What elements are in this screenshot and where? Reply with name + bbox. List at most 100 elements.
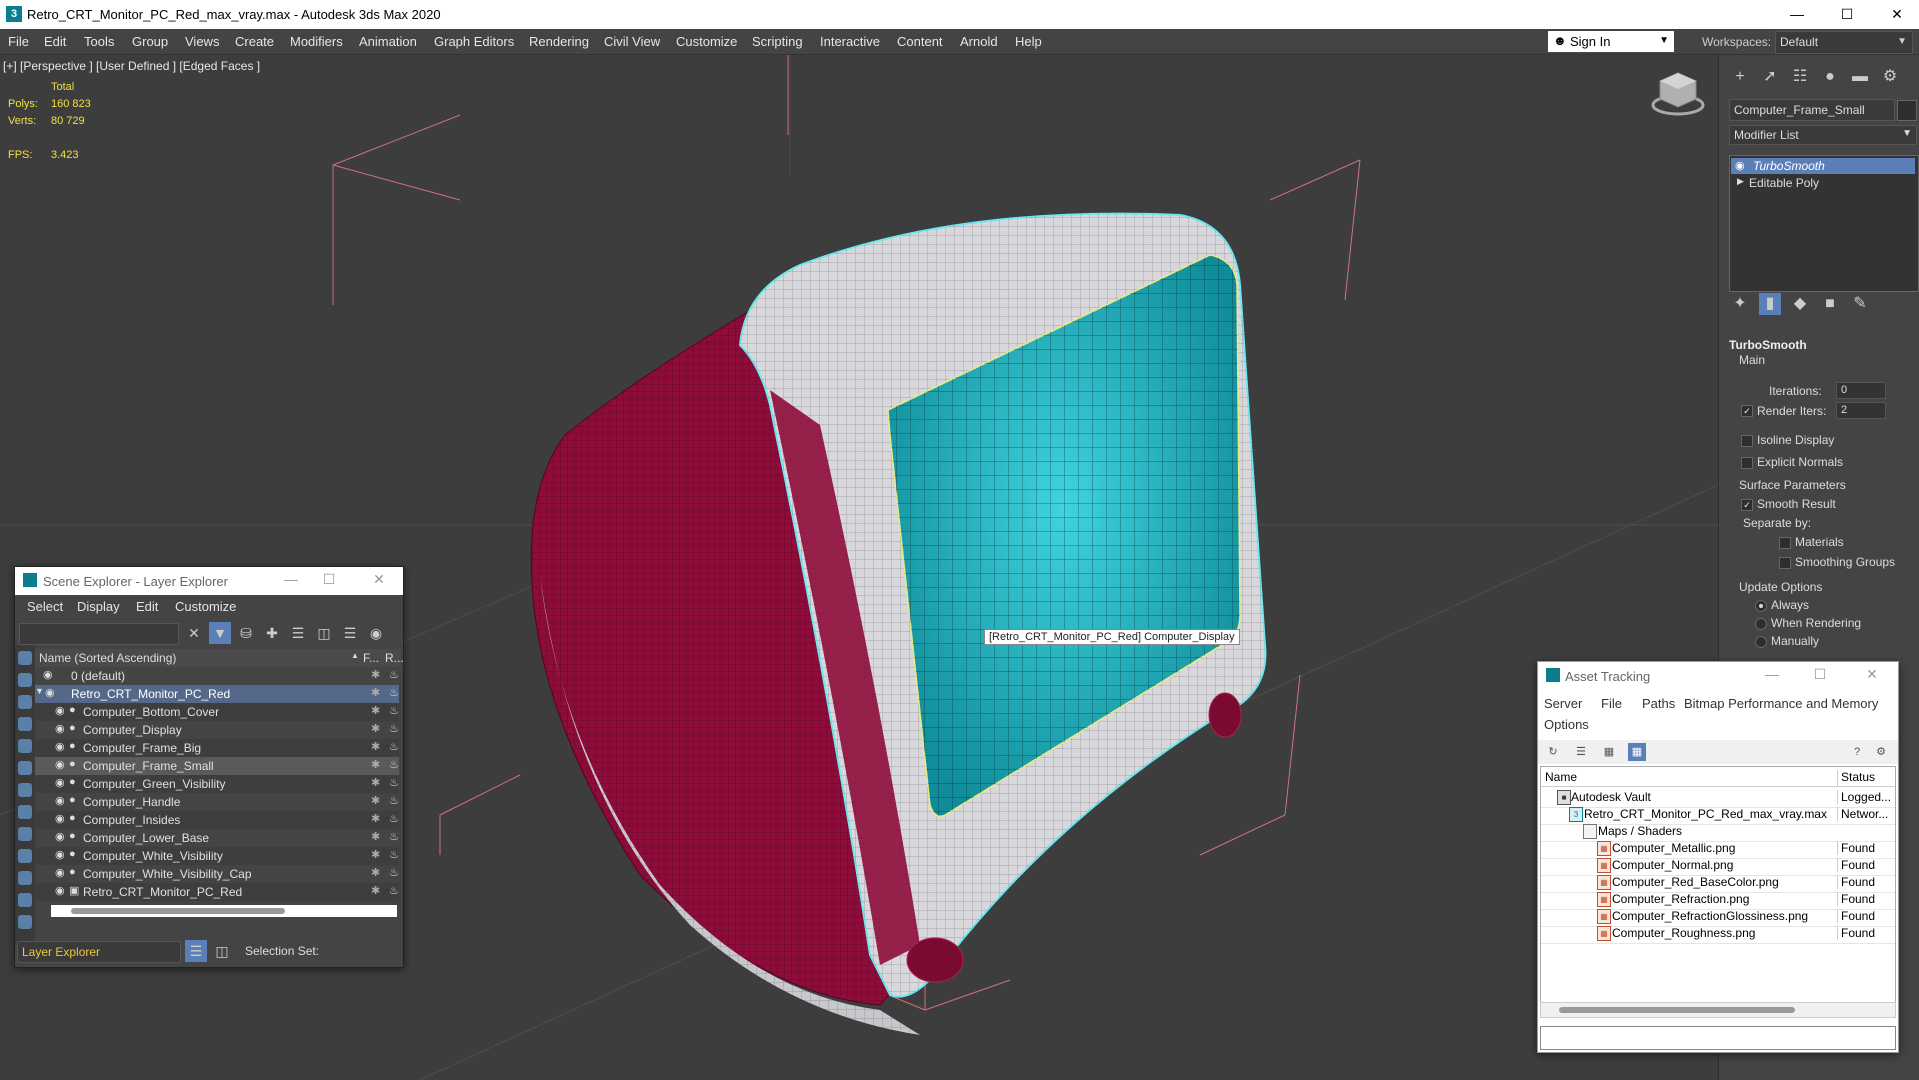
eye-icon[interactable]: ◉ <box>55 704 65 717</box>
materials-checkbox[interactable] <box>1779 537 1791 549</box>
filter-xrefs-icon[interactable] <box>18 805 32 819</box>
eye-icon[interactable]: ◉ <box>55 722 65 735</box>
freeze-icon[interactable]: ✱ <box>371 848 380 861</box>
eye-icon[interactable]: ◉ <box>1735 159 1745 172</box>
filter-groups-icon[interactable] <box>18 783 32 797</box>
menu-customize[interactable]: Customize <box>676 34 737 49</box>
menu-select[interactable]: Select <box>27 599 63 614</box>
maximize-button[interactable]: ☐ <box>1810 666 1830 683</box>
eye-icon[interactable]: ◉ <box>55 812 65 825</box>
workspace-select[interactable]: Default ▼ <box>1775 31 1913 54</box>
render-teapot-icon[interactable]: ♨ <box>389 794 399 807</box>
status-column-header[interactable]: Status <box>1837 770 1875 786</box>
freeze-icon[interactable]: ✱ <box>371 704 380 717</box>
render-teapot-icon[interactable]: ♨ <box>389 668 399 681</box>
object-color-swatch[interactable] <box>1897 100 1917 121</box>
refresh-icon[interactable]: ↻ <box>1544 743 1562 761</box>
scene-explorer-titlebar[interactable]: Scene Explorer - Layer Explorer — ☐ ✕ <box>15 567 403 595</box>
hierarchy-tab-icon[interactable]: ☷ <box>1789 66 1811 88</box>
menu-server[interactable]: Server <box>1544 696 1582 711</box>
menu-arnold[interactable]: Arnold <box>960 34 998 49</box>
display-tab-icon[interactable]: ▬ <box>1849 66 1871 88</box>
grid-view-icon[interactable]: ▦ <box>1628 743 1646 761</box>
menu-modifiers[interactable]: Modifiers <box>290 34 343 49</box>
render-teapot-icon[interactable]: ♨ <box>389 686 399 699</box>
filter-lights-icon[interactable] <box>18 695 32 709</box>
freeze-icon[interactable]: ✱ <box>371 668 380 681</box>
menu-help[interactable]: Help <box>1015 34 1042 49</box>
filter-containers-icon[interactable] <box>18 849 32 863</box>
search-input[interactable] <box>19 623 179 645</box>
name-column-header[interactable]: Name (Sorted Ascending) <box>39 651 176 665</box>
lock-icon[interactable]: ⛁ <box>235 622 257 644</box>
menu-content[interactable]: Content <box>897 34 943 49</box>
rollout-title[interactable]: TurboSmooth <box>1729 338 1807 352</box>
eye-icon[interactable]: ◉ <box>43 668 53 681</box>
close-button[interactable]: ✕ <box>1882 4 1912 24</box>
table-view-icon[interactable]: ▦ <box>1600 743 1618 761</box>
render-iters-checkbox[interactable]: ✓ <box>1741 405 1753 417</box>
render-teapot-icon[interactable]: ♨ <box>389 758 399 771</box>
render-teapot-icon[interactable]: ♨ <box>389 848 399 861</box>
show-end-result-icon[interactable]: ▮ <box>1759 293 1781 315</box>
tree-row-object[interactable]: ◉ ● Computer_Handle ✱ ♨ <box>35 793 399 811</box>
object-name-field[interactable]: Computer_Frame_Small <box>1729 99 1895 121</box>
render-teapot-icon[interactable]: ♨ <box>389 830 399 843</box>
always-radio[interactable] <box>1755 600 1767 612</box>
stack-item-editable-poly[interactable]: ▶ Editable Poly <box>1731 175 1915 191</box>
menu-paths[interactable]: Paths <box>1642 696 1675 711</box>
eye-icon[interactable]: ◉ <box>55 740 65 753</box>
filter-visible-icon[interactable] <box>18 915 32 929</box>
horizontal-scrollbar[interactable] <box>1540 1002 1896 1018</box>
explicit-normals-checkbox[interactable] <box>1741 457 1753 469</box>
freeze-icon[interactable]: ✱ <box>371 866 380 879</box>
help-icon[interactable]: ? <box>1848 743 1866 761</box>
tree-row-object[interactable]: ◉ ● Computer_Insides ✱ ♨ <box>35 811 399 829</box>
configure-sets-icon[interactable]: ✎ <box>1849 293 1871 315</box>
stack-icon[interactable]: ☰ <box>339 622 361 644</box>
eye-icon[interactable]: ◉ <box>55 830 65 843</box>
settings-icon[interactable]: ⚙ <box>1872 743 1890 761</box>
pin-stack-icon[interactable]: ✦ <box>1729 293 1751 315</box>
freeze-icon[interactable]: ✱ <box>371 758 380 771</box>
name-column-header[interactable]: Name <box>1545 770 1577 784</box>
tree-row-object[interactable]: ◉ ● Computer_Bottom_Cover ✱ ♨ <box>35 703 399 721</box>
menu-customize[interactable]: Customize <box>175 599 236 614</box>
menu-group[interactable]: Group <box>132 34 168 49</box>
asset-tracking-titlebar[interactable]: Asset Tracking — ☐ ✕ <box>1538 662 1898 690</box>
freeze-icon[interactable]: ✱ <box>371 740 380 753</box>
render-teapot-icon[interactable]: ♨ <box>389 866 399 879</box>
render-teapot-icon[interactable]: ♨ <box>389 704 399 717</box>
freeze-icon[interactable]: ✱ <box>371 686 380 699</box>
eye-icon[interactable]: ◉ <box>55 794 65 807</box>
filter-shapes-icon[interactable] <box>18 673 32 687</box>
maximize-button[interactable]: ☐ <box>319 571 339 588</box>
highlight-icon[interactable]: ◉ <box>365 622 387 644</box>
tree-row-layer-retro-crt[interactable]: ▼ ◉ Retro_CRT_Monitor_PC_Red ✱ ♨ <box>35 685 399 703</box>
isoline-checkbox[interactable] <box>1741 435 1753 447</box>
eye-icon[interactable]: ◉ <box>55 758 65 771</box>
modifier-list-dropdown[interactable]: Modifier List ▼ <box>1729 125 1917 145</box>
expand-arrow-icon[interactable]: ▶ <box>1737 176 1744 187</box>
eye-icon[interactable]: ◉ <box>55 884 65 897</box>
utilities-tab-icon[interactable]: ⚙ <box>1879 66 1901 88</box>
smoothing-groups-checkbox[interactable] <box>1779 557 1791 569</box>
menu-file[interactable]: File <box>8 34 29 49</box>
list-view-icon[interactable]: ☰ <box>1572 743 1590 761</box>
render-teapot-icon[interactable]: ♨ <box>389 722 399 735</box>
render-teapot-icon[interactable]: ♨ <box>389 884 399 897</box>
asset-row-map[interactable]: ▦ Computer_Roughness.png Found <box>1541 923 1895 944</box>
layers-icon[interactable]: ☰ <box>287 622 309 644</box>
menu-create[interactable]: Create <box>235 34 274 49</box>
scrollbar-thumb[interactable] <box>71 908 285 914</box>
tree-row-object[interactable]: ◉ ● Computer_Lower_Base ✱ ♨ <box>35 829 399 847</box>
menu-civil-view[interactable]: Civil View <box>604 34 660 49</box>
modify-tab-icon[interactable]: ➚ <box>1759 66 1781 88</box>
tree-row-object[interactable]: ◉ ● Computer_Green_Visibility ✱ ♨ <box>35 775 399 793</box>
clear-search-icon[interactable]: ✕ <box>183 622 205 644</box>
motion-tab-icon[interactable]: ● <box>1819 66 1841 88</box>
menu-options[interactable]: Options <box>1544 717 1589 732</box>
menu-graph-editors[interactable]: Graph Editors <box>434 34 514 49</box>
render-teapot-icon[interactable]: ♨ <box>389 740 399 753</box>
stack-item-turbosmooth[interactable]: ◉ TurboSmooth <box>1731 158 1915 174</box>
